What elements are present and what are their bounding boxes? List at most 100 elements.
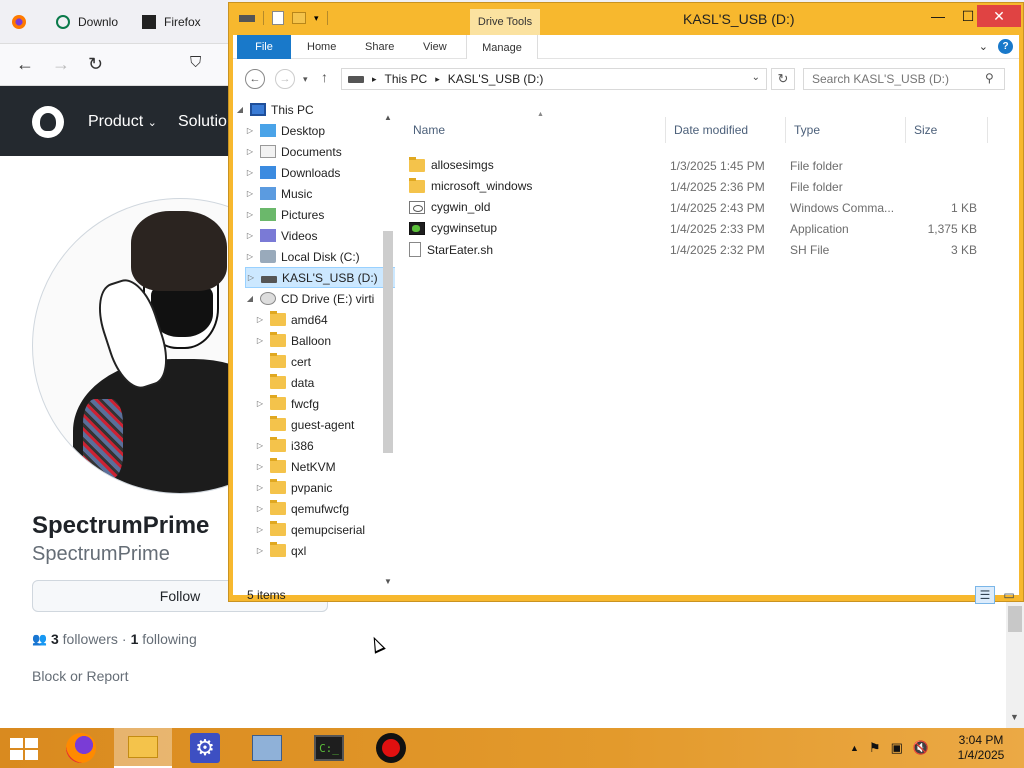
collapsed-arrow-icon[interactable]: ▷ [245,147,255,156]
collapsed-arrow-icon[interactable]: ▷ [245,231,255,240]
reload-icon[interactable]: ↻ [88,54,103,75]
expanded-arrow-icon[interactable]: ◢ [245,294,255,303]
nav-tree-item[interactable]: ▷ Documents [245,141,395,162]
show-hidden-icons-icon[interactable]: ▲ [850,743,859,756]
network-icon[interactable]: ▣ [891,740,903,756]
taskbar-recorder[interactable] [362,728,420,768]
nav-tree-item[interactable]: ▷ Music [245,183,395,204]
nav-pane-scrollbar[interactable]: ▲ ▼ [381,113,395,591]
firefox-page-tab[interactable]: Firefox [134,4,220,40]
new-folder-icon[interactable] [292,12,306,24]
file-row[interactable]: microsoft_windows 1/4/2025 2:36 PM File fo… [409,176,983,197]
nav-tree-item[interactable]: ▷ Desktop [245,120,395,141]
column-size[interactable]: Size [914,123,937,137]
tab-view[interactable]: View [423,35,447,59]
large-icons-view-icon[interactable]: ▭ [999,586,1019,604]
nav-tree-item[interactable]: ▷ qemufwcfg [255,498,395,519]
collapsed-arrow-icon[interactable]: ▷ [245,210,255,219]
properties-icon[interactable] [272,11,284,25]
github-logo-icon[interactable] [32,106,64,138]
tab-home[interactable]: Home [307,35,336,59]
nav-tree-item[interactable]: ◢ CD Drive (E:) virti [245,288,395,309]
nav-tree-item[interactable]: ▷ i386 [255,435,395,456]
breadcrumb-this-pc[interactable]: This PC [385,72,428,86]
address-bar[interactable]: ▸ This PC ▸ KASL'S_USB (D:) ⌄ [341,68,767,90]
file-row[interactable]: cygwinsetup 1/4/2025 2:33 PM Application 1,… [409,218,983,239]
minimize-icon[interactable]: — [927,5,949,27]
file-row[interactable]: StarEater.sh 1/4/2025 2:32 PM SH File 3 KB [409,239,983,260]
page-scrollbar[interactable]: ▼ [1006,600,1024,728]
taskbar-settings[interactable]: ⚙ [176,728,234,768]
nav-tree-item[interactable]: ▷ pvpanic [255,477,395,498]
collapsed-arrow-icon[interactable]: ▷ [245,168,255,177]
collapsed-arrow-icon[interactable]: ▷ [255,441,265,450]
collapsed-arrow-icon[interactable]: ▷ [255,504,265,513]
nav-tree-item[interactable]: ▷ Videos [245,225,395,246]
windows-start-icon[interactable] [10,738,38,760]
collapsed-arrow-icon[interactable]: ▷ [255,315,265,324]
search-input[interactable] [803,68,1005,90]
collapsed-arrow-icon[interactable]: ▷ [246,273,256,282]
followers-link[interactable]: 3 followers [51,631,118,647]
nav-tree-item[interactable]: ▷ Downloads [245,162,395,183]
clock[interactable]: 3:04 PM 1/4/2025 [948,733,1014,763]
collapsed-arrow-icon[interactable]: ▷ [245,189,255,198]
nav-tree-item[interactable]: ▷ KASL'S_USB (D:) [245,267,395,288]
file-row[interactable]: cygwin_old 1/4/2025 2:43 PM Windows Comma.… [409,197,983,218]
help-icon[interactable]: ? [998,39,1013,54]
search-icon[interactable]: ⚲ [985,71,994,85]
shield-icon[interactable]: ⛉ [190,54,201,71]
firefox-tab[interactable] [4,4,42,40]
taskbar-terminal[interactable]: C:_ [300,728,358,768]
menu-solutions[interactable]: Solutio [178,113,227,131]
flag-icon[interactable]: ⚑ [869,740,881,756]
nav-tree-item[interactable]: ▷ qemupciserial [255,519,395,540]
nav-tree-item[interactable]: ▷ qxl [255,540,395,561]
nav-tree-item[interactable]: ▷ Local Disk (C:) [245,246,395,267]
collapsed-arrow-icon[interactable]: ▷ [255,483,265,492]
nav-tree-item[interactable]: ▷ Pictures [245,204,395,225]
nav-tree-item[interactable]: guest-agent [255,414,395,435]
collapsed-arrow-icon[interactable]: ▷ [255,462,265,471]
nav-tree-item[interactable]: ▷ Balloon [255,330,395,351]
refresh-button[interactable]: ↻ [771,68,795,90]
nav-tree-item[interactable]: cert [255,351,395,372]
nav-tree-item[interactable]: ▷ NetKVM [255,456,395,477]
forward-icon[interactable]: → [52,54,70,75]
expand-ribbon-icon[interactable]: ⌄ [979,40,988,53]
forward-icon[interactable]: → [275,69,295,89]
tab-manage[interactable]: Manage [466,35,538,60]
nav-tree-item[interactable]: ▷ amd64 [255,309,395,330]
recent-locations-icon[interactable]: ▾ [303,74,308,85]
nav-tree-item[interactable]: ▷ fwcfg [255,393,395,414]
block-or-report-link[interactable]: Block or Report [32,668,128,684]
collapsed-arrow-icon[interactable]: ▷ [255,399,265,408]
close-icon[interactable]: ✕ [977,5,1021,27]
collapsed-arrow-icon[interactable]: ▷ [255,546,265,555]
up-icon[interactable]: ↑ [321,69,328,85]
collapsed-arrow-icon[interactable]: ▷ [255,525,265,534]
tab-share[interactable]: Share [365,35,394,59]
qat-dropdown-icon[interactable]: ▾ [314,13,319,24]
explorer-titlebar[interactable]: ▾ Drive Tools KASL'S_USB (D:) — ☐ ✕ [233,3,1021,35]
tab-file[interactable]: File [237,35,291,59]
menu-product[interactable]: Product ⌄ [88,113,157,131]
column-name[interactable]: Name [413,123,445,137]
expanded-arrow-icon[interactable]: ◢ [235,105,245,114]
back-icon[interactable]: ← [245,69,265,89]
details-view-icon[interactable]: ☰ [975,586,995,604]
collapsed-arrow-icon[interactable]: ▷ [245,252,255,261]
file-row[interactable]: allosesimgs 1/3/2025 1:45 PM File folder [409,155,983,176]
taskbar-network[interactable] [238,728,296,768]
column-date-modified[interactable]: Date modified [674,123,748,137]
taskbar-firefox[interactable] [52,728,110,768]
taskbar-file-explorer[interactable] [114,728,172,768]
volume-muted-icon[interactable]: 🔇 [913,740,929,756]
address-dropdown-icon[interactable]: ⌄ [752,72,760,83]
nav-tree-item[interactable]: ◢ This PC [235,99,395,120]
back-icon[interactable]: ← [16,54,34,75]
following-link[interactable]: 1 following [131,631,197,647]
collapsed-arrow-icon[interactable]: ▷ [255,336,265,345]
collapsed-arrow-icon[interactable]: ▷ [245,126,255,135]
column-type[interactable]: Type [794,123,820,137]
